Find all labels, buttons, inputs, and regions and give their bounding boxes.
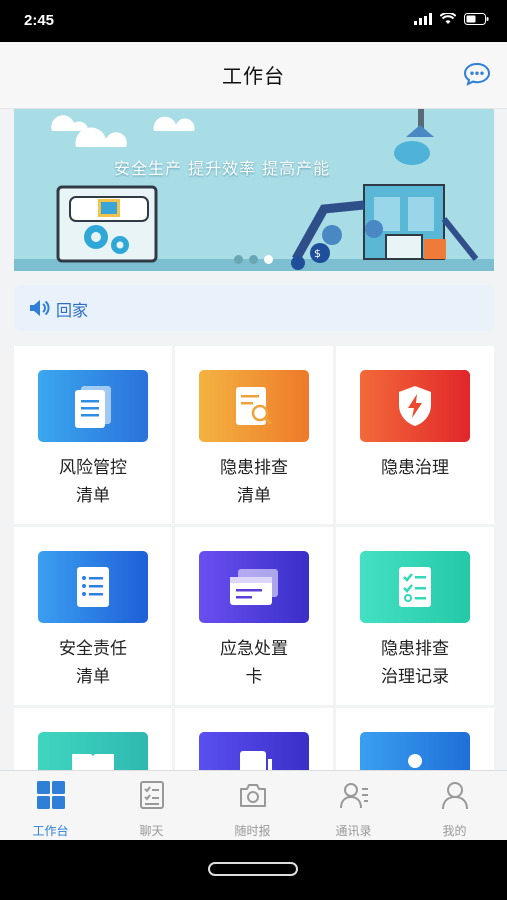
app-screen: 工作台 $ 安全生产 提升效率 提高产能 回家 风险管控 清单 隐患排查 清单 … [0,42,507,840]
shield-bolt-icon [360,370,470,442]
banner-slogan: 安全生产 提升效率 提高产能 [114,159,331,178]
check-record-icon [360,551,470,623]
contacts-icon [340,783,368,809]
tab-chat[interactable]: 聊天 [101,771,202,840]
tile-label: 风险管控 清单 [14,454,172,510]
tile-label-line1: 隐患排查 [220,458,288,478]
chat-list-icon [140,781,164,809]
tab-workbench[interactable]: 工作台 [0,771,101,840]
cellular-signal-icon [414,13,432,25]
notice-text: 回家 [56,301,89,320]
chat-bubble-icon[interactable] [463,62,491,86]
tile-label: 隐患排查 清单 [175,454,333,510]
carousel-dot-active[interactable] [264,255,273,264]
cards-icon [199,551,309,623]
page-title: 工作台 [222,64,285,88]
tile-label-line1: 隐患排查 [381,639,449,659]
tile-label-line1: 风险管控 [59,458,127,478]
status-bar: 2:45 [0,0,507,42]
wifi-icon [440,13,456,24]
tile-label: 应急处置 卡 [175,635,333,691]
notice-bar[interactable]: 回家 [14,285,494,331]
tile-risk-control-list[interactable]: 风险管控 清单 [14,346,172,524]
status-icons [414,13,489,25]
tile-hazard-check-list[interactable]: 隐患排查 清单 [175,346,333,524]
battery-icon [464,13,489,25]
checklist-icon [38,551,148,623]
tile-emergency-card[interactable]: 应急处置 卡 [175,527,333,705]
tile-label-line2: 清单 [76,486,110,506]
tile-label-line2: 清单 [76,667,110,687]
tab-contacts[interactable]: 通讯录 [303,771,404,840]
tile-label-line1: 安全责任 [59,639,127,659]
tile-label-line2: 治理记录 [381,667,449,687]
carousel-dot[interactable] [234,255,243,264]
tile-hazard-record[interactable]: 隐患排查 治理记录 [336,527,494,705]
tab-label: 通讯录 [335,824,372,838]
svg-text:$: $ [314,247,321,260]
person-icon [442,782,468,810]
document-stack-icon [38,370,148,442]
tile-safety-responsibility-list[interactable]: 安全责任 清单 [14,527,172,705]
tile-label-line2: 卡 [245,667,263,687]
tile-label: 隐患治理 [336,454,494,482]
tab-label: 聊天 [139,824,164,838]
document-search-icon [199,370,309,442]
tab-label: 随时报 [234,824,271,838]
tile-label-line1: 隐患治理 [381,458,449,478]
home-indicator[interactable] [208,862,298,876]
camera-icon [240,784,266,807]
tab-label: 我的 [442,824,467,838]
tab-report[interactable]: 随时报 [202,771,303,840]
banner-pagination [234,255,273,264]
carousel-dot[interactable] [249,255,258,264]
tile-label-line1: 应急处置 [220,639,288,659]
home-bar [0,840,507,900]
tile-label-line2: 清单 [237,486,271,506]
tile-label: 安全责任 清单 [14,635,172,691]
tile-hazard-treatment[interactable]: 隐患治理 [336,346,494,524]
tab-bar: 工作台 聊天 随时报 通讯录 我的 [0,770,507,840]
tab-label: 工作台 [32,824,69,838]
nav-bar: 工作台 [0,42,507,109]
tile-label: 隐患排查 治理记录 [336,635,494,691]
grid-icon [37,781,65,809]
tab-mine[interactable]: 我的 [404,771,505,840]
status-time: 2:45 [24,12,55,29]
speaker-icon [30,300,50,316]
banner-illustration: $ [14,109,494,271]
banner-carousel[interactable]: $ 安全生产 提升效率 提高产能 [14,109,494,271]
